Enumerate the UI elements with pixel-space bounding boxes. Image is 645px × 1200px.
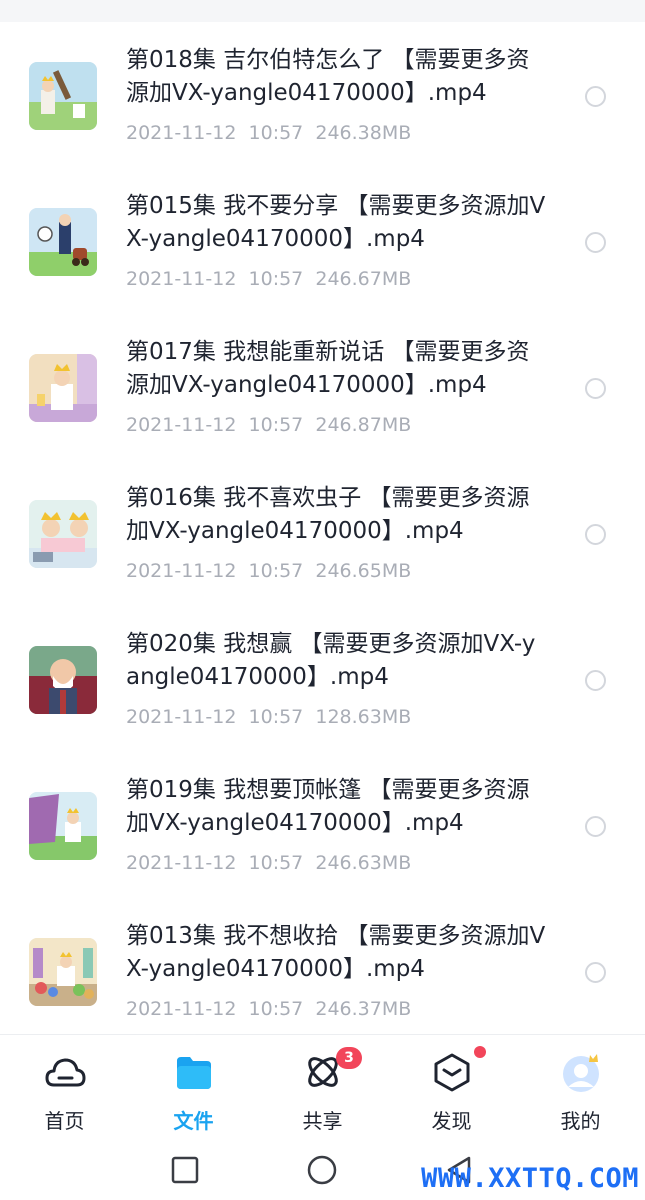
bottom-tab-bar: 首页 文件 共享 3 发现 我的: [0, 1034, 645, 1144]
file-size: 246.38MB: [315, 122, 412, 144]
file-time: 10:57: [248, 998, 304, 1020]
top-header-strip: [0, 0, 645, 22]
file-time: 10:57: [248, 706, 304, 728]
tab-share-label: 共享: [302, 1109, 343, 1133]
video-thumbnail: [29, 938, 97, 1006]
file-item[interactable]: 第016集 我不喜欢虫子 【需要更多资源加VX-yangle04170000】.…: [0, 460, 645, 606]
video-thumbnail: [29, 646, 97, 714]
file-size: 246.63MB: [315, 852, 412, 874]
file-list: 第018集 吉尔伯特怎么了 【需要更多资源加VX-yangle04170000】…: [0, 22, 645, 1034]
file-item[interactable]: 第013集 我不想收拾 【需要更多资源加VX-yangle04170000】.m…: [0, 898, 645, 1034]
select-radio[interactable]: [585, 816, 606, 837]
file-name: 第013集 我不想收拾 【需要更多资源加VX-yangle04170000】.m…: [126, 923, 546, 982]
select-radio[interactable]: [585, 86, 606, 107]
select-radio[interactable]: [585, 232, 606, 253]
file-meta: 2021-11-12 10:57 246.67MB: [126, 266, 411, 292]
file-date: 2021-11-12: [126, 852, 237, 874]
file-date: 2021-11-12: [126, 998, 237, 1020]
file-size: 246.67MB: [315, 268, 412, 290]
recent-apps-button[interactable]: [167, 1152, 203, 1188]
file-date: 2021-11-12: [126, 706, 237, 728]
file-name: 第015集 我不要分享 【需要更多资源加VX-yangle04170000】.m…: [126, 193, 546, 252]
share-badge: 3: [336, 1047, 362, 1069]
file-size: 246.87MB: [315, 414, 412, 436]
video-thumbnail: [29, 792, 97, 860]
tab-files-label: 文件: [173, 1109, 214, 1133]
select-radio[interactable]: [585, 524, 606, 545]
select-radio[interactable]: [585, 670, 606, 691]
file-name: 第016集 我不喜欢虫子 【需要更多资源加VX-yangle04170000】.…: [126, 485, 530, 544]
select-radio[interactable]: [585, 962, 606, 983]
file-time: 10:57: [248, 268, 304, 290]
tab-discover[interactable]: 发现: [387, 1035, 516, 1145]
file-meta: 2021-11-12 10:57 246.65MB: [126, 558, 411, 584]
file-time: 10:57: [248, 122, 304, 144]
tab-me-label: 我的: [560, 1109, 601, 1133]
file-time: 10:57: [248, 560, 304, 582]
file-meta: 2021-11-12 10:57 246.37MB: [126, 996, 411, 1022]
file-meta: 2021-11-12 10:57 246.38MB: [126, 120, 411, 146]
video-thumbnail: [29, 208, 97, 276]
tab-home-label: 首页: [44, 1109, 85, 1133]
home-button[interactable]: [304, 1152, 340, 1188]
file-date: 2021-11-12: [126, 268, 237, 290]
select-radio[interactable]: [585, 378, 606, 399]
video-thumbnail: [29, 354, 97, 422]
file-name: 第018集 吉尔伯特怎么了 【需要更多资源加VX-yangle04170000】…: [126, 47, 530, 106]
tab-home[interactable]: 首页: [0, 1035, 129, 1145]
file-size: 246.37MB: [315, 998, 412, 1020]
discover-notification-dot: [474, 1046, 486, 1058]
tab-me[interactable]: 我的: [516, 1035, 645, 1145]
file-date: 2021-11-12: [126, 560, 237, 582]
file-meta: 2021-11-12 10:57 246.87MB: [126, 412, 411, 438]
file-time: 10:57: [248, 414, 304, 436]
video-thumbnail: [29, 500, 97, 568]
cloud-icon: [44, 1051, 86, 1093]
folder-icon: [173, 1051, 215, 1093]
tab-discover-label: 发现: [431, 1109, 472, 1133]
file-meta: 2021-11-12 10:57 128.63MB: [126, 704, 411, 730]
file-item[interactable]: 第020集 我想赢 【需要更多资源加VX-yangle04170000】.mp4…: [0, 606, 645, 752]
system-navigation-bar: WWW.XXTTQ.COM: [0, 1144, 645, 1200]
tab-share[interactable]: 共享: [258, 1035, 387, 1145]
file-size: 128.63MB: [315, 706, 412, 728]
video-thumbnail: [29, 62, 97, 130]
file-size: 246.65MB: [315, 560, 412, 582]
file-date: 2021-11-12: [126, 122, 237, 144]
tab-files[interactable]: 文件: [129, 1035, 258, 1145]
file-item[interactable]: 第019集 我想要顶帐篷 【需要更多资源加VX-yangle04170000】.…: [0, 752, 645, 898]
file-meta: 2021-11-12 10:57 246.63MB: [126, 850, 411, 876]
file-item[interactable]: 第018集 吉尔伯特怎么了 【需要更多资源加VX-yangle04170000】…: [0, 22, 645, 168]
file-name: 第017集 我想能重新说话 【需要更多资源加VX-yangle04170000】…: [126, 339, 530, 398]
avatar-crown-icon: [560, 1051, 602, 1093]
file-item[interactable]: 第015集 我不要分享 【需要更多资源加VX-yangle04170000】.m…: [0, 168, 645, 314]
file-name: 第019集 我想要顶帐篷 【需要更多资源加VX-yangle04170000】.…: [126, 777, 530, 836]
box-icon: [431, 1051, 473, 1093]
file-date: 2021-11-12: [126, 414, 237, 436]
file-name: 第020集 我想赢 【需要更多资源加VX-yangle04170000】.mp4: [126, 631, 536, 690]
file-time: 10:57: [248, 852, 304, 874]
watermark: WWW.XXTTQ.COM: [421, 1163, 639, 1194]
file-item[interactable]: 第017集 我想能重新说话 【需要更多资源加VX-yangle04170000】…: [0, 314, 645, 460]
